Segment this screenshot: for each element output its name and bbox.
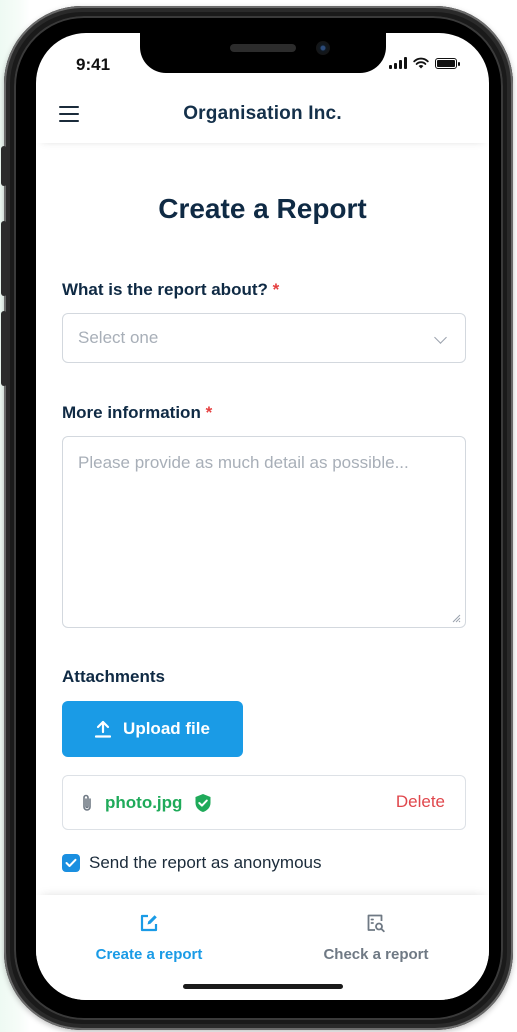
battery-icon (435, 57, 460, 69)
report-search-icon (367, 914, 385, 933)
wifi-icon (413, 57, 429, 69)
signal-icon (389, 57, 407, 69)
volume-down-button (1, 311, 7, 386)
page-title: Create a Report (158, 193, 367, 224)
verified-check-icon (195, 793, 211, 812)
checkmark-icon (65, 858, 77, 867)
upload-file-label: Upload file (123, 719, 210, 738)
app-screen: 9:41 Organisation Inc. Create a Report W… (36, 33, 489, 1000)
delete-attachment-link[interactable]: Delete (396, 792, 445, 812)
nav-create-report[interactable]: Create a report (49, 913, 249, 963)
nav-check-report[interactable]: Check a report (276, 913, 476, 963)
topic-select-placeholder: Select one (78, 328, 159, 347)
details-label-text: More information (62, 403, 201, 422)
chevron-down-icon (434, 331, 447, 344)
menu-icon[interactable] (59, 106, 79, 122)
nav-check-report-label: Check a report (323, 946, 429, 963)
speaker-grille (230, 44, 296, 52)
anonymous-checkbox[interactable] (62, 854, 80, 872)
attachment-item: photo.jpg Delete (62, 775, 466, 830)
front-camera (316, 41, 330, 55)
anonymous-option[interactable]: Send the report as anonymous (62, 853, 321, 873)
details-label: More information * (36, 403, 212, 423)
topic-label: What is the report about? * (36, 280, 279, 300)
attachment-file-name: photo.jpg (105, 792, 183, 812)
resize-handle-icon[interactable] (451, 613, 461, 623)
topic-label-text: What is the report about? (62, 280, 268, 299)
report-form: Create a Report What is the report about… (36, 143, 489, 872)
paperclip-icon (83, 794, 91, 811)
status-time: 9:41 (76, 55, 111, 74)
home-indicator (183, 984, 343, 989)
organisation-name: Organisation Inc. (183, 103, 342, 124)
app-header: Organisation Inc. (36, 85, 489, 143)
edit-icon (140, 914, 158, 932)
required-mark: * (205, 403, 213, 422)
volume-up-button (1, 221, 7, 296)
nav-create-report-label: Create a report (95, 946, 203, 963)
notch (140, 33, 386, 73)
mute-switch (1, 146, 7, 186)
topic-select[interactable]: Select one (62, 313, 466, 363)
status-icons (389, 55, 460, 71)
required-mark: * (272, 280, 280, 299)
details-textarea[interactable]: Please provide as much detail as possibl… (62, 436, 466, 628)
upload-icon (95, 720, 112, 738)
upload-file-button[interactable]: Upload file (62, 701, 243, 757)
attachments-label: Attachments (62, 667, 165, 686)
details-placeholder: Please provide as much detail as possibl… (78, 453, 409, 472)
anonymous-label: Send the report as anonymous (89, 853, 322, 872)
